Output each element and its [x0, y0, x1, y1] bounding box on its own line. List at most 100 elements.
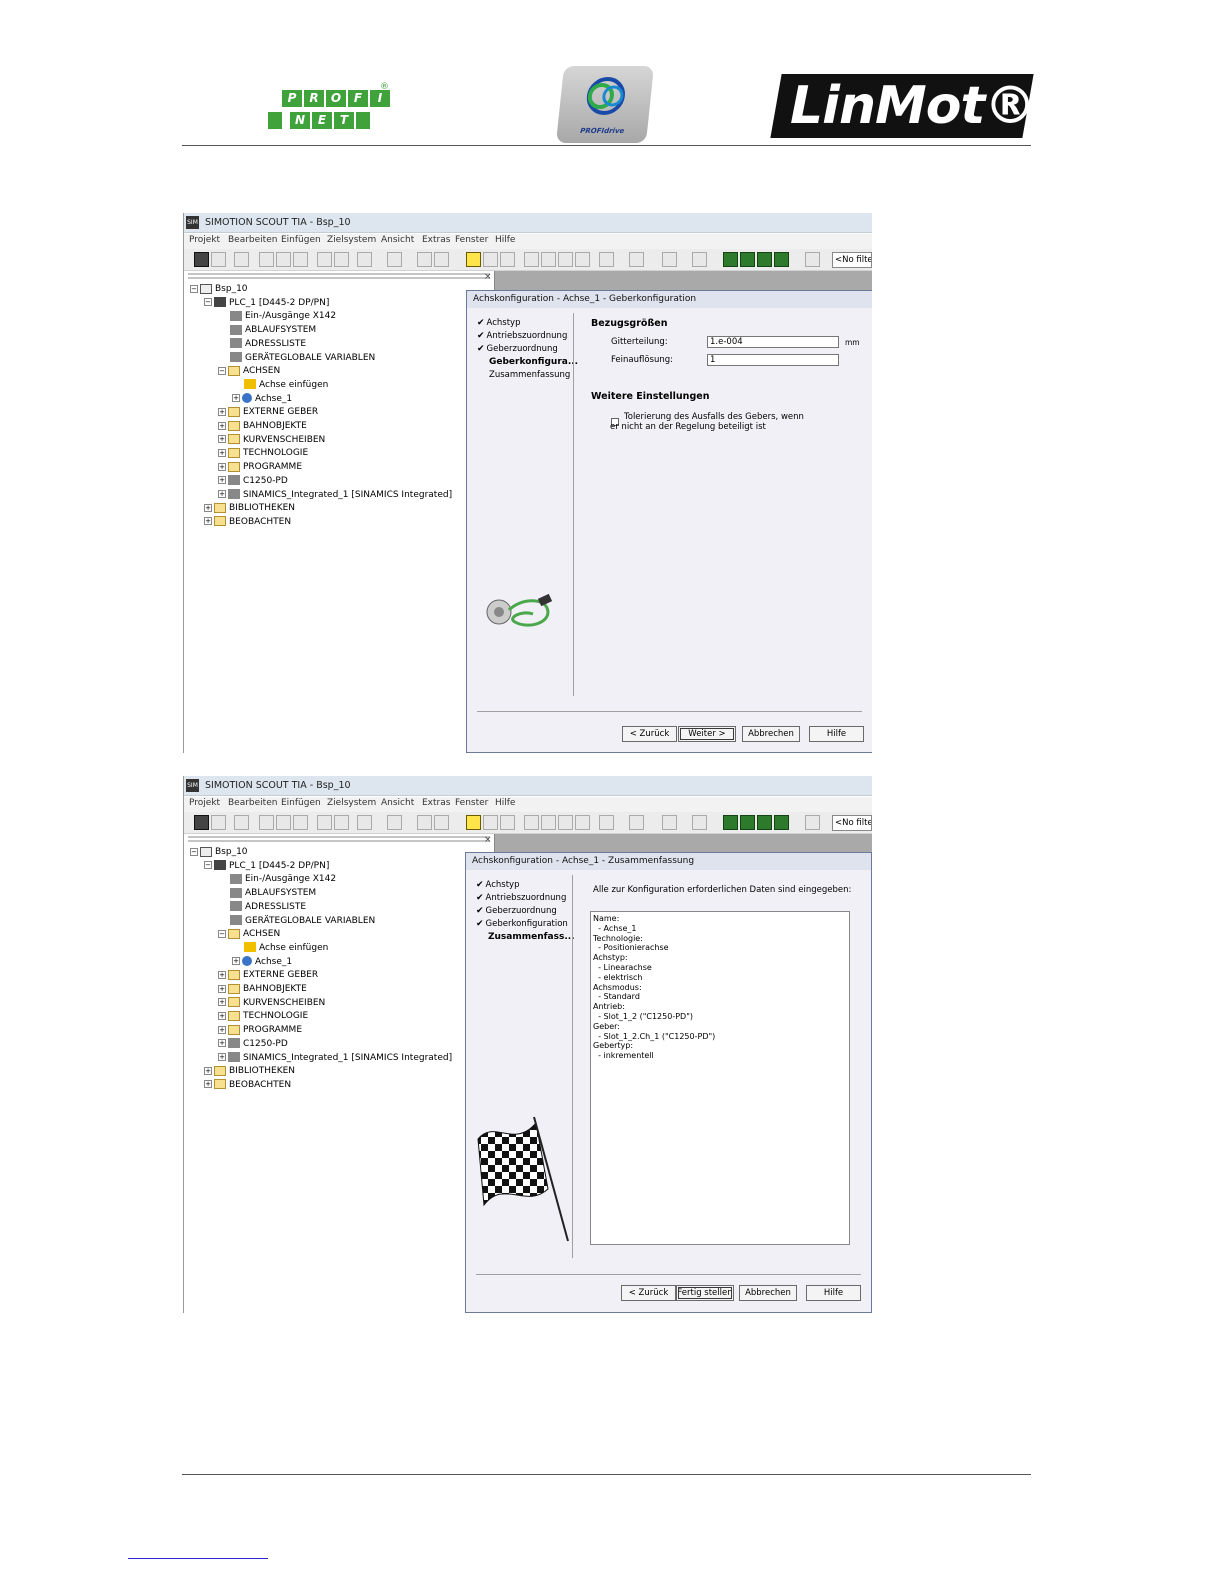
expand-icon[interactable]: +	[204, 503, 212, 512]
window-icon[interactable]	[629, 815, 644, 830]
color-list-icon[interactable]	[692, 815, 707, 830]
tree-node[interactable]: + BIBLIOTHEKEN	[204, 1065, 295, 1078]
tree-node[interactable]: ADRESSLISTE	[218, 338, 306, 351]
menu-extras[interactable]: Extras	[422, 798, 450, 808]
menu-einfuegen[interactable]: Einfügen	[281, 235, 321, 245]
tree-node[interactable]: + C1250-PD	[218, 1038, 288, 1051]
help-button[interactable]: Hilfe	[806, 1285, 861, 1301]
tree-node[interactable]: + BIBLIOTHEKEN	[204, 502, 295, 515]
expand-icon[interactable]: +	[218, 476, 226, 485]
download-icon[interactable]	[483, 252, 498, 267]
print-icon[interactable]	[234, 252, 249, 267]
collapse-icon[interactable]: −	[190, 847, 198, 856]
tree-node[interactable]: + Achse_1	[232, 956, 292, 969]
print-icon[interactable]	[234, 815, 249, 830]
tree-node[interactable]: Ein-/Ausgänge X142	[218, 310, 336, 323]
trace-icon-1[interactable]	[723, 815, 738, 830]
device-icon[interactable]	[805, 815, 820, 830]
undo-icon[interactable]	[317, 252, 332, 267]
tree-node[interactable]: + BAHNOBJEKTE	[218, 420, 307, 433]
formula-x1-icon[interactable]	[417, 815, 432, 830]
expand-icon[interactable]: +	[204, 517, 212, 526]
filter-dropdown[interactable]: <No filter>	[832, 252, 872, 268]
collapse-icon[interactable]: −	[204, 861, 212, 870]
mode-icon-2[interactable]	[541, 815, 556, 830]
expand-icon[interactable]: +	[218, 407, 226, 416]
menu-bearbeiten[interactable]: Bearbeiten	[228, 235, 277, 245]
connect-target-icon[interactable]	[466, 252, 481, 267]
expand-icon[interactable]: +	[218, 1025, 226, 1034]
tree-node[interactable]: Ein-/Ausgänge X142	[218, 873, 336, 886]
close-pane-icon[interactable]: ×	[484, 835, 492, 845]
link-icon[interactable]	[387, 252, 402, 267]
mode-icon-3[interactable]	[558, 815, 573, 830]
tree-node[interactable]: Achse einfügen	[232, 942, 328, 955]
tree-node[interactable]: GERÄTEGLOBALE VARIABLEN	[218, 915, 375, 928]
trace-icon-2[interactable]	[740, 252, 755, 267]
step-antriebszuordnung[interactable]: Antriebszuordnung	[477, 331, 568, 341]
tree-node[interactable]: GERÄTEGLOBALE VARIABLEN	[218, 352, 375, 365]
trace-icon-3[interactable]	[757, 252, 772, 267]
expand-icon[interactable]: +	[218, 490, 226, 498]
collapse-icon[interactable]: −	[190, 284, 198, 293]
pane-splitter[interactable]	[188, 273, 490, 279]
paste-icon[interactable]	[293, 815, 308, 830]
expand-icon[interactable]: +	[218, 462, 226, 471]
cancel-button[interactable]: Abbrechen	[742, 726, 800, 742]
tree-node[interactable]: − PLC_1 [D445-2 DP/PN]	[204, 297, 329, 310]
connect-target-icon[interactable]	[466, 815, 481, 830]
expand-icon[interactable]: +	[232, 394, 240, 403]
tree-node[interactable]: + TECHNOLOGIE	[218, 1010, 308, 1023]
save-compile-icon[interactable]	[211, 252, 226, 267]
save-icon[interactable]	[194, 815, 209, 830]
summary-textbox[interactable]: Name: - Achse_1 Technologie: - Positioni…	[590, 911, 850, 1245]
expand-icon[interactable]: +	[218, 1039, 226, 1048]
help-button[interactable]: Hilfe	[809, 726, 864, 742]
window-icon[interactable]	[629, 252, 644, 267]
tree-node[interactable]: + Achse_1	[232, 393, 292, 406]
step-antriebszuordnung[interactable]: Antriebszuordnung	[476, 893, 567, 903]
trace-icon-2[interactable]	[740, 815, 755, 830]
step-geberzuordnung[interactable]: Geberzuordnung	[476, 906, 557, 916]
device-icon[interactable]	[805, 252, 820, 267]
menu-ansicht[interactable]: Ansicht	[381, 235, 414, 245]
step-achstyp[interactable]: Achstyp	[477, 318, 521, 328]
expand-icon[interactable]: +	[218, 998, 226, 1007]
tree-node[interactable]: ADRESSLISTE	[218, 901, 306, 914]
redo-icon[interactable]	[334, 252, 349, 267]
tree-node[interactable]: + EXTERNE GEBER	[218, 406, 318, 419]
trace-icon-4[interactable]	[774, 815, 789, 830]
tree-node[interactable]: + BEOBACHTEN	[204, 516, 291, 529]
download-icon[interactable]	[483, 815, 498, 830]
formula-x2-icon[interactable]	[434, 815, 449, 830]
expand-icon[interactable]: +	[218, 1053, 226, 1061]
collapse-icon[interactable]: −	[218, 366, 226, 375]
link-icon[interactable]	[387, 815, 402, 830]
tree-node[interactable]: + KURVENSCHEIBEN	[218, 997, 325, 1010]
menu-extras[interactable]: Extras	[422, 235, 450, 245]
collapse-icon[interactable]: −	[204, 298, 212, 307]
tree-node[interactable]: − ACHSEN	[218, 365, 280, 378]
expand-icon[interactable]: +	[218, 421, 226, 430]
save-icon[interactable]	[194, 252, 209, 267]
menu-ansicht[interactable]: Ansicht	[381, 798, 414, 808]
cancel-button[interactable]: Abbrechen	[739, 1285, 797, 1301]
cut-icon[interactable]	[259, 815, 274, 830]
expand-icon[interactable]: +	[218, 1011, 226, 1020]
tree-node[interactable]: + TECHNOLOGIE	[218, 447, 308, 460]
grid-icon[interactable]	[662, 252, 677, 267]
expand-icon[interactable]: +	[232, 957, 240, 966]
save-compile-icon[interactable]	[211, 815, 226, 830]
collapse-icon[interactable]: −	[218, 929, 226, 938]
tree-node[interactable]: − Bsp_10	[190, 283, 248, 296]
mode-icon-1[interactable]	[524, 252, 539, 267]
expand-icon[interactable]: +	[218, 984, 226, 993]
step-zusammenfassung[interactable]: Zusammenfass...	[476, 932, 575, 942]
expand-icon[interactable]: +	[218, 448, 226, 457]
expand-icon[interactable]: +	[204, 1080, 212, 1089]
help-cursor-icon[interactable]	[357, 252, 372, 267]
step-zusammenfassung[interactable]: Zusammenfassung	[477, 370, 570, 380]
expand-icon[interactable]: +	[218, 970, 226, 979]
expand-icon[interactable]: +	[204, 1066, 212, 1075]
tree-node[interactable]: + EXTERNE GEBER	[218, 969, 318, 982]
